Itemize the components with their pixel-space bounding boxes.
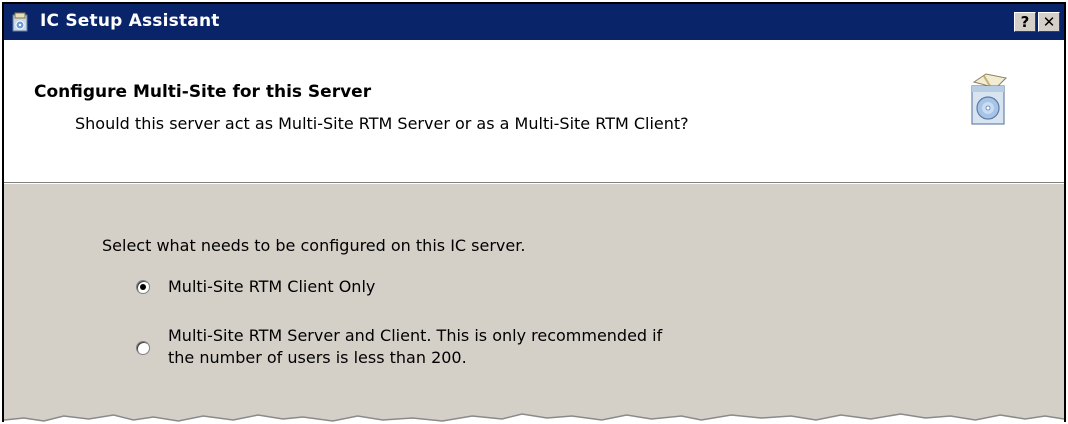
client-only-label[interactable]: Multi-Site RTM Client Only <box>168 276 375 298</box>
torn-edge <box>4 413 1064 422</box>
window-title: IC Setup Assistant <box>40 11 220 31</box>
wizard-header: Configure Multi-Site for this Server Sho… <box>4 40 1064 183</box>
server-and-client-label-line2[interactable]: the number of users is less than 200. <box>168 347 467 369</box>
selection-prompt: Select what needs to be configured on th… <box>102 236 526 255</box>
install-disc-icon <box>971 73 1008 125</box>
client-only-radio[interactable] <box>136 280 150 294</box>
server-and-client-radio[interactable] <box>136 341 150 355</box>
page-subtitle: Should this server act as Multi-Site RTM… <box>75 114 689 133</box>
wizard-body: Select what needs to be configured on th… <box>4 184 1064 422</box>
help-button[interactable]: ? <box>1014 12 1036 32</box>
radio-selected-dot <box>140 284 146 290</box>
setup-icon <box>12 12 28 32</box>
close-button[interactable]: ✕ <box>1038 12 1060 32</box>
setup-assistant-window: IC Setup Assistant ? ✕ Configure Multi-S… <box>2 2 1066 422</box>
page-title: Configure Multi-Site for this Server <box>34 82 372 102</box>
server-and-client-label-line1[interactable]: Multi-Site RTM Server and Client. This i… <box>168 325 662 347</box>
title-bar[interactable]: IC Setup Assistant ? ✕ <box>4 4 1064 40</box>
